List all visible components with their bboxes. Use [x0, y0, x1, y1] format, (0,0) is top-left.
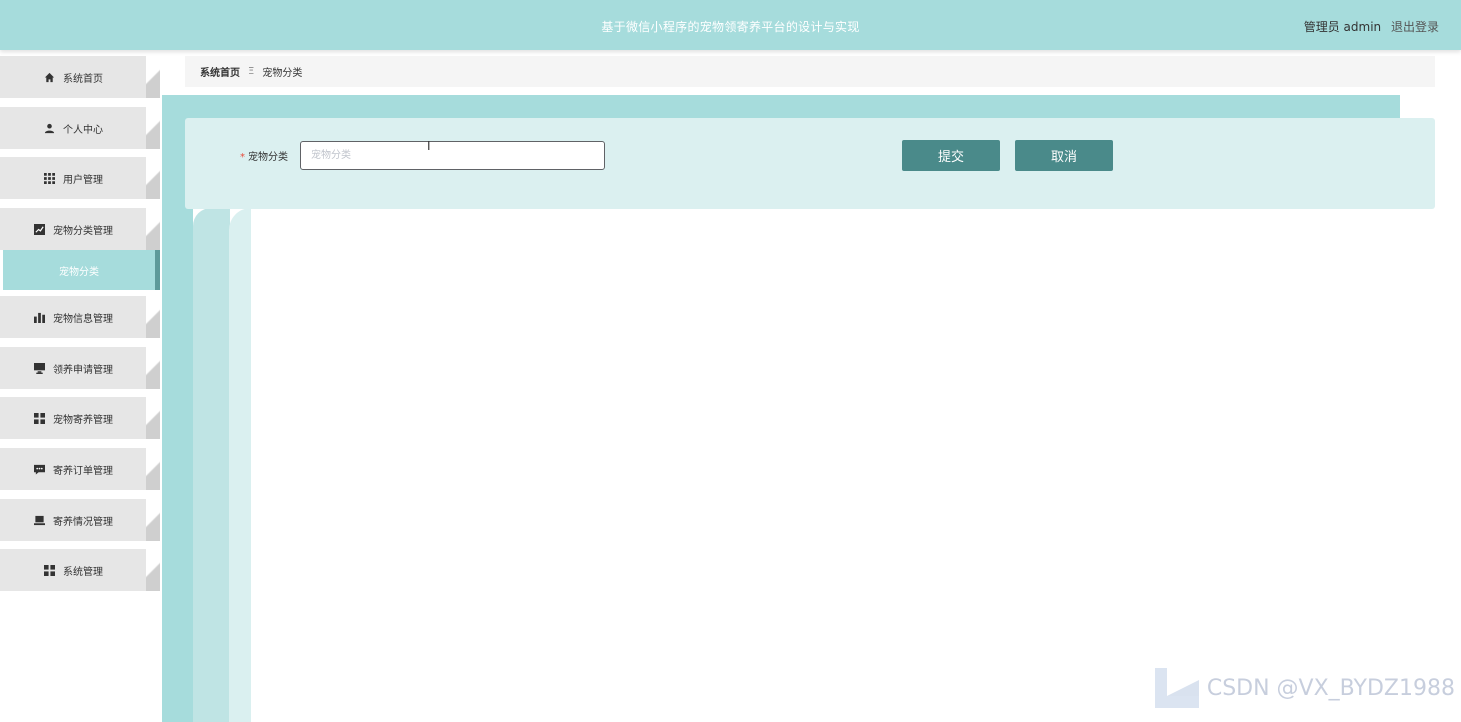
sidebar-item-label: 寄养订单管理: [53, 465, 113, 477]
csdn-logo-icon: [1153, 666, 1201, 710]
sidebar-item-label: 系统首页: [63, 73, 103, 85]
menu-fold-decoration: [146, 107, 160, 149]
apps-icon: [43, 564, 55, 576]
text-cursor-icon: I: [427, 139, 431, 153]
bar-chart-icon: [33, 311, 45, 323]
pet-category-label: * 宠物分类: [240, 148, 288, 163]
sidebar-item-label: 用户管理: [63, 174, 103, 186]
sidebar-subitem-pet-category[interactable]: 宠物分类: [3, 250, 160, 290]
sidebar-item-label: 宠物寄养管理: [53, 414, 113, 426]
sidebar-item-adoption-mgmt[interactable]: 领养申请管理: [0, 347, 160, 389]
sidebar-item-pet-info-mgmt[interactable]: 宠物信息管理: [0, 296, 160, 338]
sidebar-item-label: 宠物分类管理: [53, 225, 113, 237]
sidebar-item-foster-order-mgmt[interactable]: 寄养订单管理: [0, 448, 160, 490]
watermark-text: CSDN @VX_BYDZ1988: [1206, 675, 1455, 701]
sidebar-item-pet-category-mgmt[interactable]: 宠物分类管理: [0, 208, 160, 250]
sidebar-item-label: 领养申请管理: [53, 364, 113, 376]
menu-fold-decoration: [146, 208, 160, 250]
sidebar-item-profile[interactable]: 个人中心: [0, 107, 160, 149]
decorative-stripe: [193, 208, 230, 722]
sidebar-item-users[interactable]: 用户管理: [0, 157, 160, 199]
menu-fold-decoration: [146, 499, 160, 541]
content-panel: [251, 210, 1461, 722]
menu-fold-decoration: [146, 157, 160, 199]
cancel-button[interactable]: 取消: [1015, 140, 1113, 171]
sidebar-item-label: 系统管理: [63, 566, 103, 578]
user-area: 管理员 admin 退出登录: [1304, 18, 1439, 35]
submit-button[interactable]: 提交: [902, 140, 1000, 171]
menu-fold-decoration: [146, 296, 160, 338]
chart-icon: [33, 223, 45, 235]
menu-fold-decoration: [146, 347, 160, 389]
apps-icon: [33, 412, 45, 424]
watermark: CSDN @VX_BYDZ1988: [1153, 666, 1455, 710]
sidebar-item-label: 个人中心: [63, 124, 103, 136]
pet-category-input[interactable]: [300, 141, 605, 170]
menu-fold-decoration: [146, 448, 160, 490]
sidebar-item-foster-mgmt[interactable]: 宠物寄养管理: [0, 397, 160, 439]
menu-fold-decoration: [146, 397, 160, 439]
monitor-icon: [33, 362, 45, 374]
breadcrumb-home[interactable]: 系统首页: [200, 64, 240, 79]
logout-link[interactable]: 退出登录: [1391, 20, 1439, 34]
top-header: 基于微信小程序的宠物领寄养平台的设计与实现 管理员 admin 退出登录: [0, 0, 1461, 50]
home-icon: [43, 71, 55, 83]
grid-icon: [43, 172, 55, 184]
menu-fold-decoration: [146, 56, 160, 98]
pet-category-label-text: 宠物分类: [248, 152, 288, 163]
user-label: 管理员 admin: [1303, 20, 1382, 34]
sidebar-item-system-mgmt[interactable]: 系统管理: [0, 549, 160, 591]
sidebar-item-label: 宠物信息管理: [53, 313, 113, 325]
required-mark: *: [240, 152, 245, 163]
menu-fold-decoration: [146, 549, 160, 591]
laptop-icon: [33, 514, 45, 526]
user-icon: [43, 122, 55, 134]
breadcrumb-current: 宠物分类: [262, 68, 303, 79]
decorative-stripe: [229, 208, 251, 722]
sidebar-item-label: 寄养情况管理: [53, 516, 113, 528]
app-title: 基于微信小程序的宠物领寄养平台的设计与实现: [601, 20, 860, 34]
message-icon: [33, 463, 45, 475]
breadcrumb-separator: Ξ: [248, 66, 255, 77]
breadcrumb: 系统首页 Ξ 宠物分类: [185, 56, 1435, 87]
sidebar-item-foster-status-mgmt[interactable]: 寄养情况管理: [0, 499, 160, 541]
sidebar-item-home[interactable]: 系统首页: [0, 56, 160, 98]
sidebar: 系统首页 个人中心 用户管理 宠物分类管理 宠物分类 宠物信息管理 领养申请管理…: [0, 50, 162, 722]
